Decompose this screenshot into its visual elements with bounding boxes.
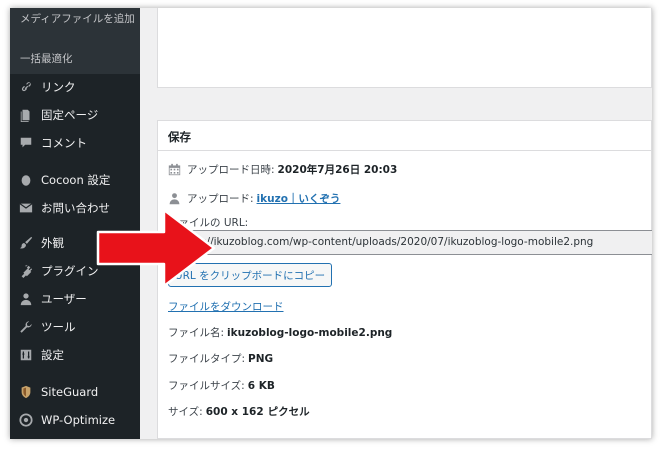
link-icon [19, 80, 33, 94]
plugin-icon [19, 264, 33, 278]
sidebar-item-links[interactable]: リンク [10, 75, 140, 99]
file-url-field[interactable]: https://ikuzoblog.com/wp-content/uploads… [168, 230, 652, 255]
filetype-label: ファイルタイプ: [168, 353, 246, 365]
sidebar-item-label: 設定 [41, 348, 64, 362]
brush-icon [19, 236, 33, 250]
dimensions-row: サイズ: 600 x 162 ピクセル [168, 404, 310, 419]
mail-icon [19, 201, 33, 215]
sidebar-item-comments[interactable]: コメント [10, 131, 140, 155]
dimensions-unit: ピクセル [267, 406, 310, 418]
uploader-link[interactable]: ikuzo｜いくぞう [257, 191, 341, 206]
comment-icon [19, 136, 33, 150]
screenshot-frame: メディアファイルを追加 一括最適化 リンク 固定ページ コメント Cocoon … [10, 8, 652, 439]
sidebar-item-wp-optimize[interactable]: WP-Optimize [10, 408, 140, 432]
siteguard-icon [19, 385, 33, 399]
sidebar-item-label: ユーザー [41, 292, 87, 306]
settings-icon [19, 348, 33, 362]
filename-label: ファイル名: [168, 327, 225, 339]
sidebar-item-users[interactable]: ユーザー [10, 287, 140, 311]
sidebar-item-cocoon-settings[interactable]: Cocoon 設定 [10, 168, 140, 192]
filename-row: ファイル名: ikuzoblog-logo-mobile2.png [168, 325, 392, 340]
arrow-shape [96, 208, 216, 288]
filetype-row: ファイルタイプ: PNG [168, 351, 273, 366]
sidebar-item-label: コメント [41, 136, 87, 150]
sidebar-item-siteguard[interactable]: SiteGuard [10, 380, 140, 404]
sidebar-item-label: SiteGuard [41, 385, 99, 399]
submenu-item-add-media[interactable]: メディアファイルを追加 [20, 13, 136, 26]
uploader-label: アップロード: [187, 193, 254, 205]
upload-date-row: アップロード日時: 2020年7月26日 20:03 [168, 162, 397, 177]
filesize-label: ファイルサイズ: [168, 380, 245, 392]
dimensions-label: サイズ: [168, 406, 203, 418]
sidebar-item-pages[interactable]: 固定ページ [10, 103, 140, 127]
uploader-row: アップロード: ikuzo｜いくぞう [168, 191, 340, 206]
sidebar-item-label: リンク [41, 80, 76, 94]
dimensions-value: 600 x 162 [205, 405, 264, 418]
sidebar-item-label: Cocoon 設定 [41, 173, 111, 187]
sidebar-item-label: WP-Optimize [41, 413, 116, 427]
filesize-row: ファイルサイズ: 6 KB [168, 378, 275, 393]
submenu-item-bulk-optimize[interactable]: 一括最適化 [20, 53, 73, 66]
sidebar-item-label: 外観 [41, 236, 64, 250]
filetype-value: PNG [248, 352, 274, 365]
sidebar-item-label: ツール [41, 320, 76, 334]
attachment-preview-box [157, 8, 652, 88]
wp-optimize-icon [19, 413, 33, 427]
filename-value: ikuzoblog-logo-mobile2.png [227, 326, 393, 339]
download-file-link[interactable]: ファイルをダウンロード [168, 299, 284, 314]
sidebar-item-label: プラグイン [41, 264, 99, 278]
upload-date-value: 2020年7月26日 20:03 [277, 164, 398, 176]
calendar-icon [168, 163, 181, 176]
cocoon-icon [19, 173, 33, 187]
panel-header[interactable]: 保存 [158, 121, 651, 151]
sidebar-item-label: 固定ページ [41, 108, 99, 122]
red-arrow-annotation [96, 208, 216, 288]
page-icon [19, 108, 33, 122]
filesize-value: 6 KB [247, 379, 275, 392]
media-submenu: メディアファイルを追加 一括最適化 [10, 8, 140, 74]
user-icon [19, 292, 33, 306]
save-panel: 保存 アップロード日時: 2020年7月26日 20:03 アップロード: ik… [157, 120, 652, 439]
sidebar-item-tools[interactable]: ツール [10, 315, 140, 339]
upload-date-label: アップロード日時: [187, 164, 275, 176]
wrench-icon [19, 320, 33, 334]
sidebar-item-settings[interactable]: 設定 [10, 343, 140, 367]
user-icon [168, 192, 181, 205]
panel-title: 保存 [168, 130, 191, 144]
